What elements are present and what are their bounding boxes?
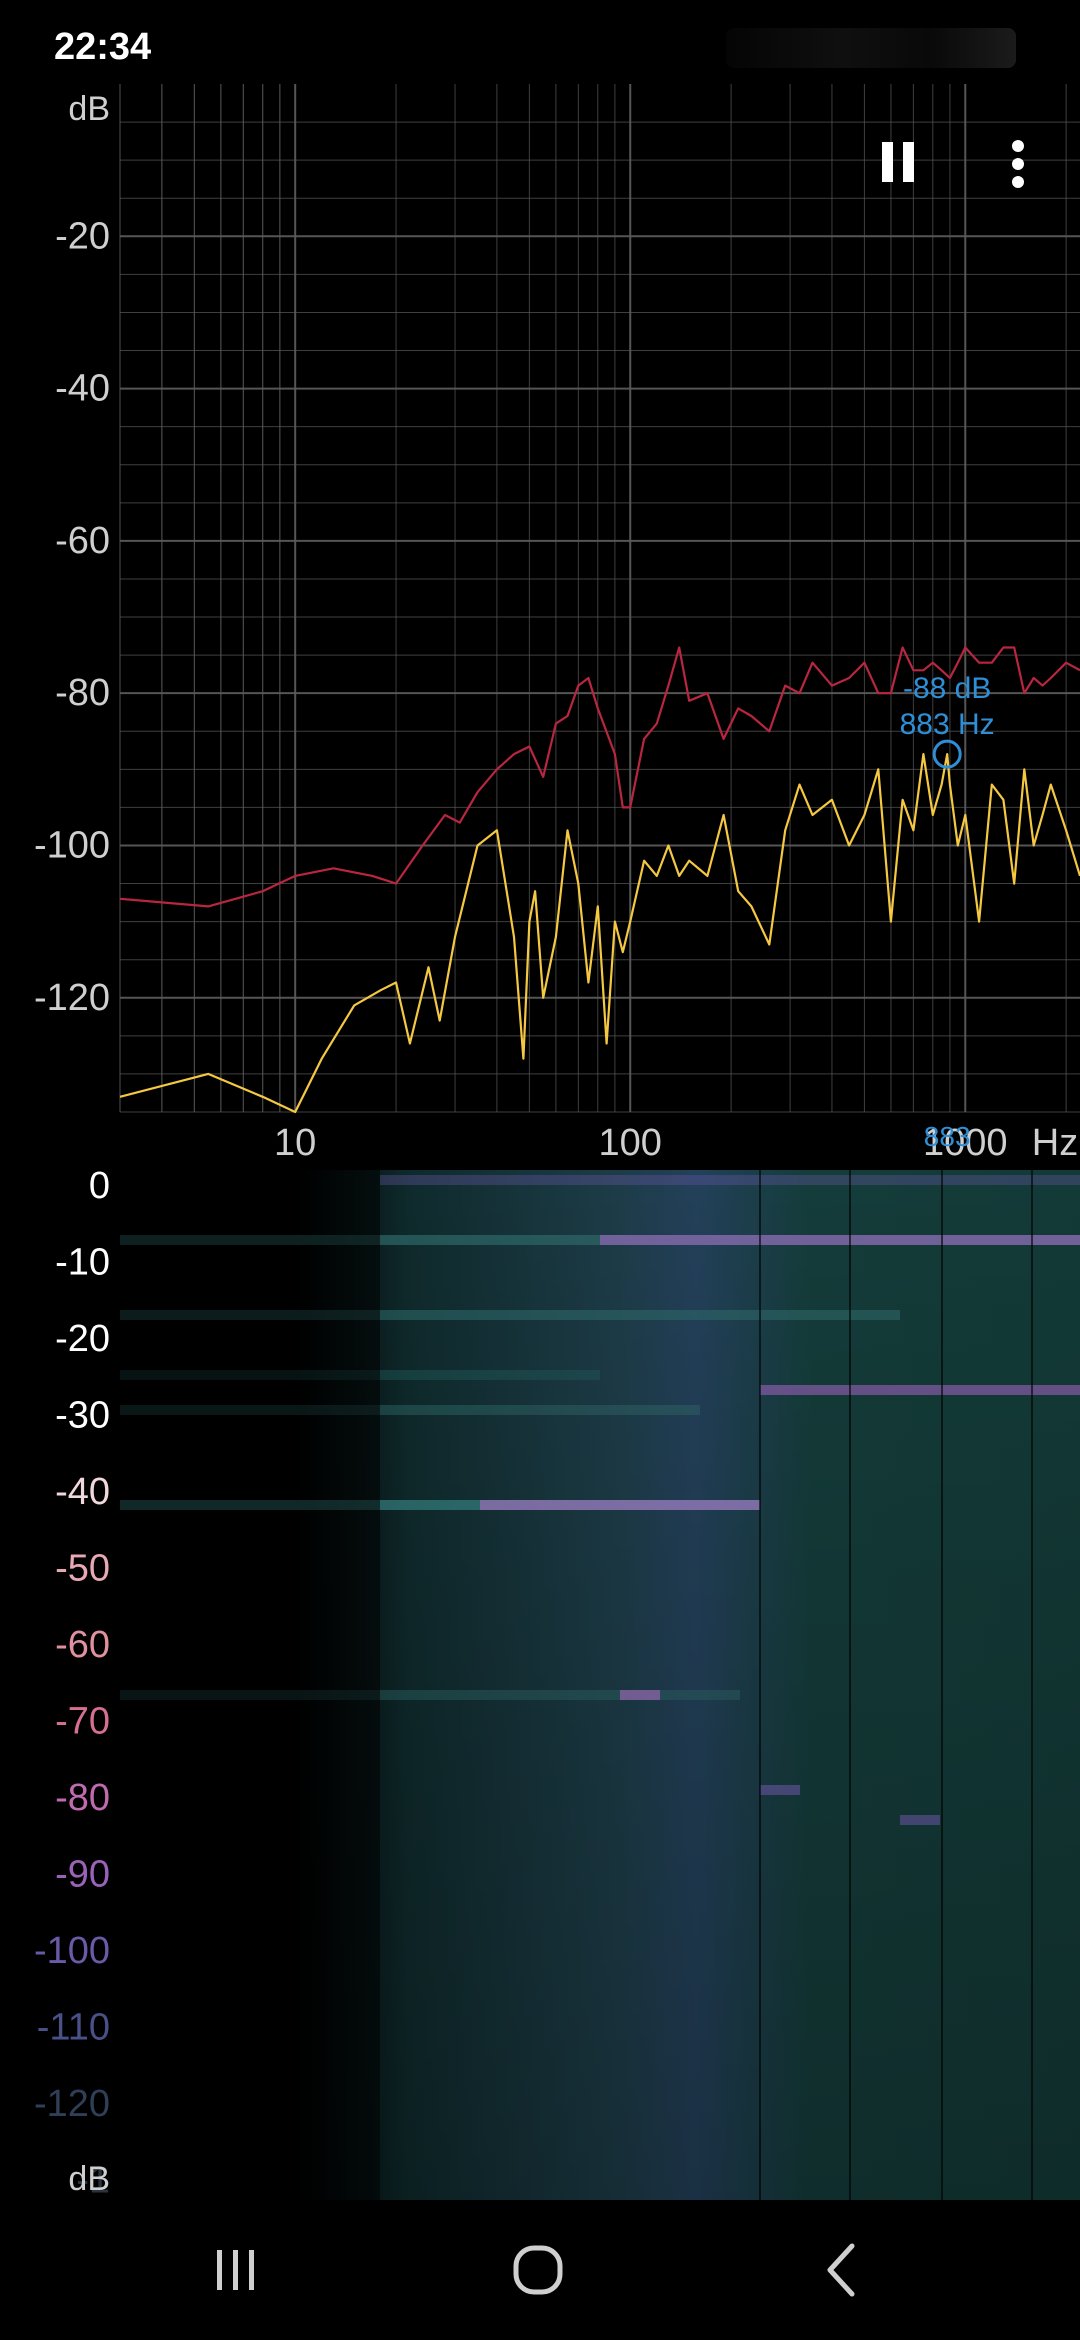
spectrogram-tick-label: 0 — [89, 1165, 110, 1207]
back-button[interactable] — [780, 2230, 900, 2310]
spectrogram-tick-label: -20 — [55, 1318, 110, 1360]
spectrogram-tick-label: -30 — [55, 1395, 110, 1437]
pause-button[interactable] — [876, 140, 920, 184]
spectrum-y-unit: dB — [68, 90, 110, 128]
recents-icon — [217, 2250, 254, 2290]
spectrogram-tick-label: -50 — [55, 1548, 110, 1590]
cursor-db-label: -88 dB — [903, 672, 991, 705]
spectrum-x-unit: Hz — [1032, 1122, 1078, 1160]
spectrogram-tick-label: -60 — [55, 1624, 110, 1666]
system-nav-bar — [0, 2200, 1080, 2340]
spectrogram-y-ticks: 0 -10 -20 -30 -40 -50 -60 -70 -80 -90 -100 -110 -120… — [34, 1165, 110, 2202]
x-tick-label: 10 — [274, 1122, 316, 1160]
spectrogram-tick-label: -70 — [55, 1701, 110, 1743]
spectrum-cursor: -88 dB 883 Hz — [900, 672, 995, 769]
spectrogram-tick-label: -80 — [55, 1777, 110, 1819]
spectrogram[interactable]: 0 -10 -20 -30 -40 -50 -60 -70 -80 -90 -100 -110 -120… — [0, 1160, 1080, 2210]
y-tick-label: -60 — [55, 520, 110, 562]
y-tick-label: -20 — [55, 215, 110, 257]
pause-icon — [882, 142, 893, 182]
spectrogram-tick-label: -40 — [55, 1471, 110, 1513]
spectrogram-tick-label: -120 — [34, 2083, 110, 2125]
cursor-x-axis-label: 883 — [924, 1121, 971, 1152]
cursor-hz-label: 883 Hz — [900, 708, 995, 741]
recents-button[interactable] — [175, 2230, 295, 2310]
spectrum-x-ticks: 10 100 1000 — [274, 1122, 1008, 1160]
y-tick-label: -100 — [34, 824, 110, 866]
y-tick-label: -40 — [55, 368, 110, 410]
x-tick-label: 100 — [599, 1122, 662, 1160]
spectrum-chart[interactable]: -88 dB 883 Hz -20 -40 -60 -80 -100 -120 10 100… — [0, 0, 1080, 1160]
spectrogram-tick-label: -90 — [55, 1854, 110, 1896]
app-root: 22:34 -88 dB 883 Hz -20 -40 -60 -80 -100 -120… — [0, 0, 1080, 2340]
spectrogram-tick-label: -10 — [55, 1242, 110, 1284]
more-options-button[interactable] — [996, 136, 1040, 192]
spectrogram-y-unit: dB — [68, 2160, 110, 2198]
y-tick-label: -120 — [34, 977, 110, 1019]
home-icon — [513, 2245, 563, 2295]
home-button[interactable] — [478, 2230, 598, 2310]
more-vert-icon — [1012, 140, 1024, 188]
y-tick-label: -80 — [55, 672, 110, 714]
spectrogram-tick-label: -100 — [34, 1930, 110, 1972]
spectrum-y-ticks: -20 -40 -60 -80 -100 -120 — [34, 215, 110, 1018]
back-icon — [827, 2243, 855, 2297]
spectrogram-tick-label: -110 — [37, 2007, 110, 2049]
